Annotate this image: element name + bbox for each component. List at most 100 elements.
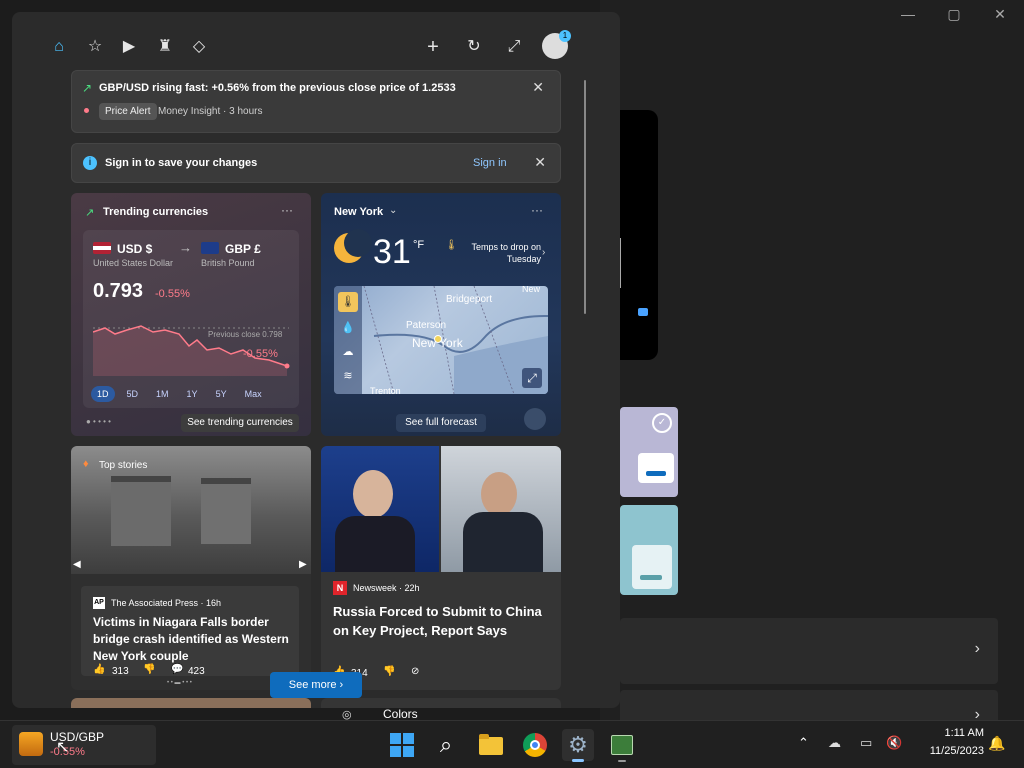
onedrive-offline-icon[interactable]: ☁: [828, 735, 841, 751]
top-stories-label: Top stories: [99, 460, 148, 471]
news-headline[interactable]: Victims in Niagara Falls border bridge c…: [93, 614, 293, 665]
timeframe-1m[interactable]: 1M: [150, 386, 175, 402]
news-image-xi: [441, 446, 561, 572]
network-icon[interactable]: ▭: [860, 735, 872, 751]
carousel-dots[interactable]: • • ▬ • • •: [167, 680, 192, 686]
timeframe-max[interactable]: Max: [239, 386, 268, 402]
see-trending-currencies-button[interactable]: See trending currencies: [181, 414, 299, 432]
trending-currencies-card[interactable]: ↗ Trending currencies ··· USD $ United S…: [71, 193, 311, 436]
task-manager-icon[interactable]: [606, 729, 638, 762]
timeframe-selector: 1D 5D 1M 1Y 5Y Max: [91, 384, 274, 402]
trend-up-icon: ↗: [82, 81, 93, 95]
temperature-layer-icon[interactable]: 🌡: [338, 292, 358, 312]
gear-icon: ⚙: [568, 732, 588, 757]
previous-close-label: Previous close 0.798: [208, 330, 283, 339]
page-dots[interactable]: ● • • • •: [86, 418, 130, 426]
wallpaper-thumbnail-1[interactable]: ✓: [620, 407, 678, 497]
info-icon: i: [83, 156, 97, 170]
favorites-icon[interactable]: ☆: [84, 36, 106, 58]
widgets-panel: ⌂ ☆ ▶ ♜ ◇ + ↻ ⤢ 1 ↗ GBP/USD rising fast:…: [12, 12, 620, 708]
signin-banner: i Sign in to save your changes Sign in ✕: [71, 143, 561, 183]
add-widget-icon[interactable]: +: [422, 36, 444, 58]
see-full-forecast-button[interactable]: See full forecast: [396, 414, 486, 432]
weather-location[interactable]: New York: [334, 206, 383, 218]
to-currency-name: British Pound: [201, 258, 255, 268]
comment-icon[interactable]: 💬: [171, 664, 183, 675]
show-hidden-icons[interactable]: ⌃: [798, 735, 809, 751]
news-story-panel: AP The Associated Press · 16h Victims in…: [81, 586, 299, 676]
timeframe-1y[interactable]: 1Y: [181, 386, 204, 402]
signin-link[interactable]: Sign in: [473, 157, 507, 169]
cloud-layer-icon[interactable]: ☁: [338, 342, 358, 362]
news-card-newsweek[interactable]: N Newsweek · 22h Russia Forced to Submit…: [321, 446, 561, 690]
more-options-icon[interactable]: ···: [281, 203, 293, 217]
more-options-icon[interactable]: ···: [531, 203, 543, 217]
newsweek-logo-icon: N: [333, 581, 347, 595]
timeframe-1d[interactable]: 1D: [91, 386, 115, 402]
forecast-note: Temps to drop on Tuesday: [471, 242, 541, 264]
volume-muted-icon[interactable]: 🔇: [886, 735, 902, 751]
precipitation-layer-icon[interactable]: 💧: [338, 318, 358, 338]
video-icon[interactable]: ▶: [118, 36, 140, 58]
thermometer-icon: 🌡: [445, 240, 458, 251]
active-app-indicator: [572, 759, 584, 762]
map-label-bridgeport: Bridgeport: [446, 294, 493, 305]
wallpaper-thumbnail-2[interactable]: [620, 505, 678, 595]
timeframe-5d[interactable]: 5D: [121, 386, 145, 402]
hide-story-icon[interactable]: ⊘: [411, 666, 419, 677]
avatar[interactable]: 1: [542, 30, 571, 59]
window-preview-icon: [632, 545, 672, 589]
accent-swatch: [638, 308, 648, 316]
search-icon[interactable]: ⌕: [430, 729, 462, 761]
clock-date[interactable]: 11/25/2023: [914, 745, 984, 757]
weather-map[interactable]: 🌡 💧 ☁ ≋ Bridgeport Paterson New York Tre…: [334, 286, 548, 394]
chrome-icon[interactable]: [519, 729, 551, 761]
gaming-icon[interactable]: ♜: [154, 36, 176, 58]
clock-time[interactable]: 1:11 AM: [914, 727, 984, 739]
dislike-icon[interactable]: 👎: [143, 664, 155, 675]
carousel-prev-icon[interactable]: ◀: [73, 559, 81, 570]
close-button[interactable]: ✕: [980, 6, 1020, 23]
taskbar-widgets-button[interactable]: USD/GBP -0.55%: [12, 725, 156, 765]
settings-app-icon[interactable]: ⚙: [562, 729, 594, 762]
notifications-bell-icon[interactable]: 🔔: [988, 735, 1005, 752]
refresh-icon[interactable]: ↻: [463, 36, 485, 58]
close-icon[interactable]: ✕: [534, 154, 546, 171]
exchange-rate: 0.793: [93, 280, 144, 302]
face-shape: [353, 470, 393, 518]
news-source: The Associated Press · 16h: [111, 598, 222, 608]
scrollbar[interactable]: [584, 80, 586, 314]
news-headline[interactable]: Russia Forced to Submit to China on Key …: [333, 602, 543, 640]
timeframe-5y[interactable]: 5Y: [210, 386, 233, 402]
currency-widget-inner: USD $ United States Dollar → GBP £ Briti…: [83, 230, 299, 408]
home-icon[interactable]: ⌂: [48, 36, 70, 58]
like-icon[interactable]: 👍: [93, 664, 105, 675]
maximize-button[interactable]: ▢: [934, 6, 974, 23]
taskbar: USD/GBP -0.55% ↖ ⌕ ⚙ ⌃ ☁ ▭ 🔇 1:11 AM 11/…: [0, 720, 1024, 768]
wind-layer-icon[interactable]: ≋: [338, 366, 358, 386]
minimize-button[interactable]: —: [888, 6, 928, 22]
carousel-next-icon[interactable]: ▶: [299, 559, 307, 570]
colors-label[interactable]: Colors: [383, 707, 418, 721]
news-card-top-stories[interactable]: ♦ Top stories ◀ ▶ AP The Associated Pres…: [71, 446, 311, 690]
tag-icon[interactable]: ◇: [188, 36, 210, 58]
preview-panel: [620, 110, 658, 360]
status-dot: [84, 108, 89, 113]
map-label-new: New: [522, 286, 541, 294]
news-source: Newsweek · 22h: [353, 583, 420, 593]
to-currency-code: GBP £: [225, 242, 261, 256]
expand-icon[interactable]: ⤢: [503, 36, 525, 58]
face-shape: [481, 472, 517, 516]
close-icon[interactable]: ✕: [532, 79, 544, 96]
file-explorer-icon[interactable]: [475, 729, 507, 761]
settings-row[interactable]: ›: [620, 618, 998, 684]
start-button[interactable]: [386, 729, 418, 761]
dislike-icon[interactable]: 👎: [383, 666, 395, 677]
comment-count: 423: [188, 666, 205, 677]
expand-map-icon[interactable]: ⤢: [522, 368, 542, 388]
chevron-down-icon[interactable]: ⌄: [389, 205, 397, 216]
price-alert-card[interactable]: ↗ GBP/USD rising fast: +0.56% from the p…: [71, 70, 561, 133]
see-more-button[interactable]: See more ›: [270, 672, 362, 698]
weather-card[interactable]: New York ⌄ ··· 31 °F 🌡 Temps to drop on …: [321, 193, 561, 436]
signin-text: Sign in to save your changes: [105, 157, 258, 169]
